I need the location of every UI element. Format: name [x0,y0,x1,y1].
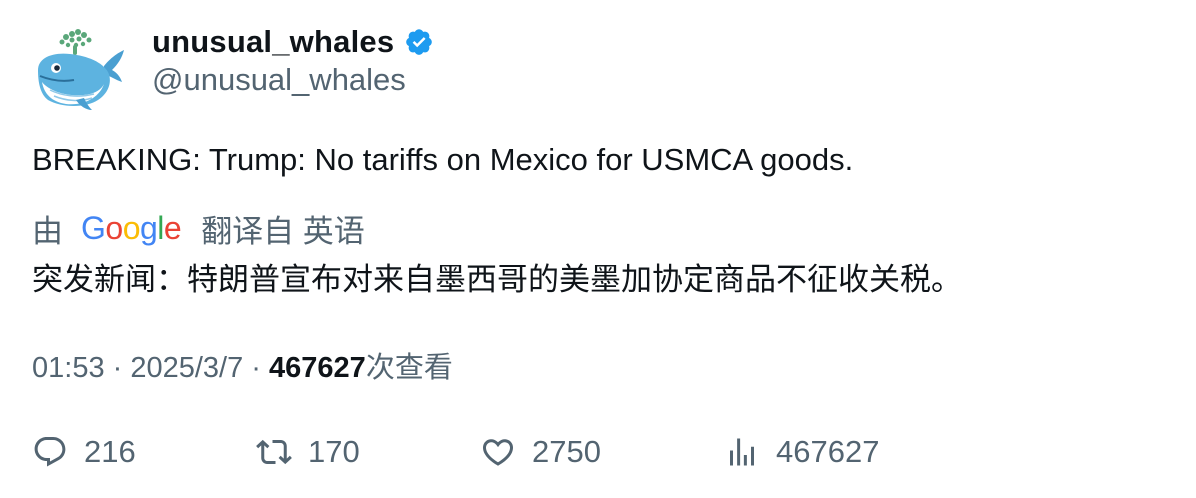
tweet-text: BREAKING: Trump: No tariffs on Mexico fo… [32,142,854,177]
meta-separator: · [104,352,131,384]
retweet-button[interactable]: 170 [256,430,360,474]
tweet-time[interactable]: 01:53 [32,352,105,384]
retweet-icon [256,439,292,465]
views-count: 467627 [269,352,366,384]
views-action-count: 467627 [776,434,880,469]
reply-count: 216 [84,434,136,469]
retweet-count: 170 [308,434,360,469]
views-label: 次查看 [365,352,453,384]
whale-icon [38,29,124,110]
tweet-card: unusual_whales @unusual_whales BREAKING:… [0,0,1196,498]
heart-icon [482,439,514,466]
author-handle[interactable]: @unusual_whales [152,62,406,98]
analytics-icon [730,438,754,466]
google-logo: Google [81,209,182,246]
translated-from-label: 翻译自 英语 [201,213,365,249]
like-button[interactable]: 2750 [480,430,601,474]
tweet-meta: 01:53 · 2025/3/7 · 467627次查看 [32,344,453,386]
translated-tweet-text: 突发新闻：特朗普宣布对来自墨西哥的美墨加协定商品不征收关税。 [32,262,962,297]
tweet-date[interactable]: 2025/3/7 [130,352,243,384]
reply-icon [34,437,66,467]
author-name-row[interactable]: unusual_whales [152,22,434,62]
like-count: 2750 [532,434,601,469]
verified-badge-icon [406,29,433,55]
translation-by-label: 由 [32,213,63,249]
views-button[interactable]: 467627 [724,430,879,474]
avatar[interactable] [32,26,126,112]
reply-button[interactable]: 216 [32,430,136,474]
meta-separator: · [243,352,270,384]
tweet-actions: 216 170 2750 467627 [32,430,1162,474]
author-display-name[interactable]: unusual_whales [152,24,394,60]
translation-attribution[interactable]: 由 Google 翻译自 英语 [32,206,365,250]
